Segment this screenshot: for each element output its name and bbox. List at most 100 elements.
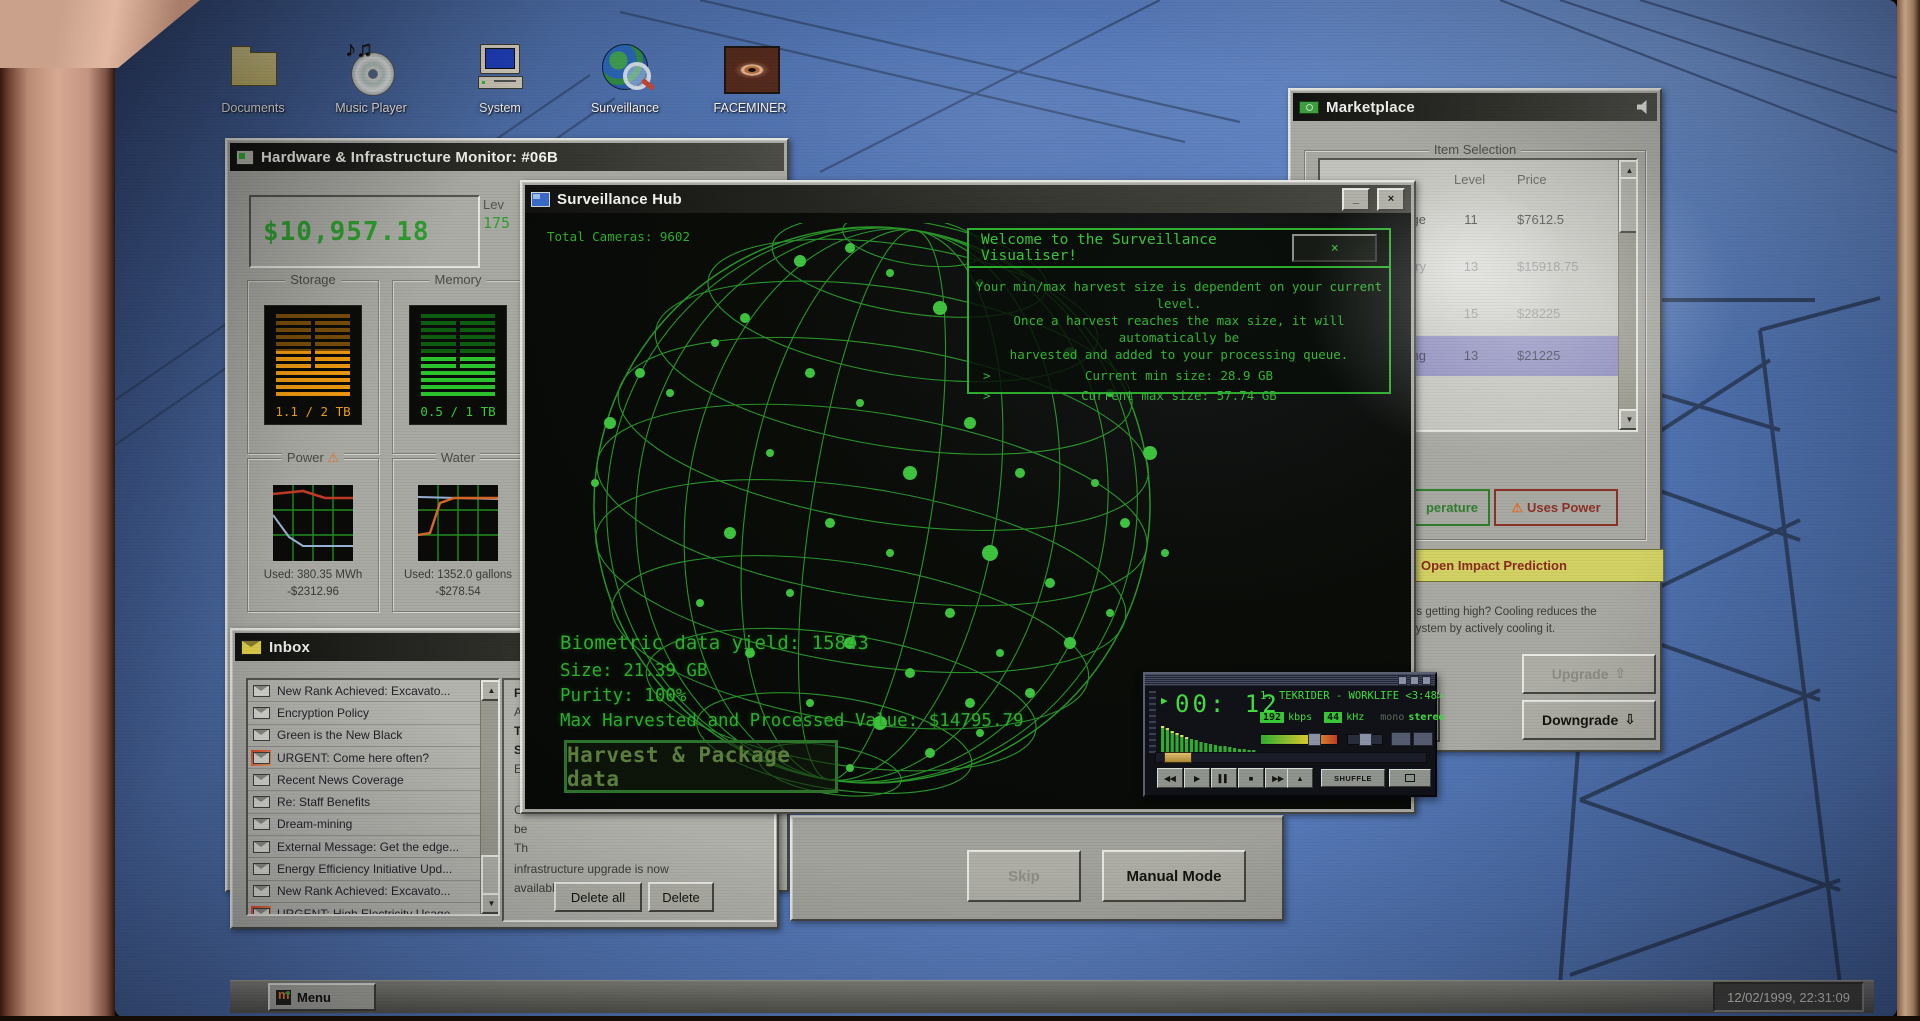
power-label: Power ⚠ — [281, 450, 345, 466]
shuffle-button[interactable]: SHUFFLE — [1321, 769, 1385, 787]
email-subject: Re: Staff Benefits — [277, 795, 371, 810]
inbox-email-row[interactable]: New Rank Achieved: Excavato... — [248, 680, 481, 703]
memory-label: Memory — [429, 272, 487, 287]
harvest-package-button[interactable]: Harvest & Package data — [564, 740, 838, 793]
desktop-icon-faceminer[interactable]: FACEMINER — [704, 40, 796, 115]
eq-toggle-button[interactable] — [1391, 732, 1411, 746]
balance-slider[interactable] — [1347, 733, 1383, 746]
skip-button[interactable]: Skip — [967, 850, 1081, 902]
stop-button[interactable]: ■ — [1238, 768, 1264, 788]
envelope-icon — [251, 794, 271, 810]
open-impact-prediction-button[interactable]: Open Impact Prediction — [1412, 549, 1664, 582]
envelope-icon — [241, 639, 262, 655]
inbox-email-row[interactable]: Encryption Policy — [248, 702, 481, 725]
upgrade-button[interactable]: Upgrade ⇧ — [1522, 654, 1656, 694]
level-value: 175 — [483, 214, 511, 232]
inbox-email-row[interactable]: Energy Efficiency Initiative Upd... — [248, 858, 481, 881]
monitor-icon — [531, 191, 550, 207]
previous-button[interactable]: ◀◀ — [1157, 768, 1183, 788]
menu-button[interactable]: Menu — [268, 983, 376, 1011]
email-subject: New Rank Achieved: Excavato... — [277, 683, 451, 698]
water-cost: -$278.54 — [435, 586, 481, 598]
uses-power-button[interactable]: ⚠ Uses Power — [1494, 489, 1618, 526]
transport-controls: ◀◀ ▶ ▌▌ ■ ▶▶ — [1157, 768, 1291, 788]
surveillance-hub-titlebar[interactable]: Surveillance Hub _ × — [525, 185, 1411, 213]
delete-button[interactable]: Delete — [648, 882, 714, 912]
cooling-note-line: gs getting high? Cooling reduces the — [1410, 606, 1597, 618]
email-body-line: available. We have also — [514, 881, 641, 895]
window-title: Hardware & Infrastructure Monitor: #06B — [261, 148, 559, 166]
manual-mode-button[interactable]: Manual Mode — [1102, 850, 1246, 902]
scrollbar-thumb[interactable] — [1619, 177, 1636, 233]
stereo-indicator: stereo — [1408, 712, 1445, 723]
scroll-down-button[interactable]: ▼ — [481, 893, 498, 914]
icon-label: Surveillance — [590, 101, 660, 115]
player-shade-button[interactable] — [1410, 675, 1419, 685]
envelope-icon — [251, 749, 271, 766]
inbox-email-row[interactable]: New Rank Achieved: Excavato... — [248, 880, 481, 903]
downgrade-button[interactable]: Downgrade ⇩ — [1522, 700, 1656, 740]
player-minimize-button[interactable] — [1398, 675, 1407, 685]
player-titlebar[interactable] — [1145, 674, 1435, 686]
minimize-button[interactable]: _ — [1342, 187, 1370, 211]
inbox-email-row[interactable]: URGENT: High Electricity Usage — [248, 902, 481, 914]
inbox-email-row[interactable]: URGENT: Come here often? — [248, 746, 481, 770]
email-field-fragment: Th — [514, 841, 529, 855]
icon-label: Documents — [221, 101, 285, 115]
marketplace-scrollbar[interactable]: ▲ ▼ — [1618, 160, 1636, 430]
storage-meter: 1.1 / 2 TB — [264, 305, 362, 425]
seek-bar[interactable] — [1155, 752, 1427, 763]
player-close-button[interactable] — [1422, 675, 1431, 685]
eject-button[interactable]: ▲ — [1287, 768, 1313, 788]
desktop-icon-system[interactable]: System — [454, 40, 546, 115]
monitor-bezel-right — [1897, 0, 1920, 1021]
power-chart — [273, 485, 353, 561]
total-cameras-readout: Total Cameras: 9602 — [547, 229, 690, 244]
inbox-email-row[interactable]: Dream-mining — [248, 813, 481, 837]
inbox-email-row[interactable]: Recent News Coverage — [248, 769, 481, 792]
dialog-close-button[interactable]: × — [1292, 234, 1377, 262]
inbox-email-row[interactable]: Re: Staff Benefits — [248, 791, 481, 814]
scroll-down-button[interactable]: ▼ — [1619, 409, 1636, 430]
scrollbar-thumb[interactable] — [481, 855, 498, 897]
temperature-button[interactable]: perature — [1414, 489, 1490, 526]
pause-button[interactable]: ▌▌ — [1211, 768, 1237, 788]
os-logo-icon — [276, 987, 291, 1005]
desktop-icon-music-player[interactable]: ♪♫ Music Player — [325, 36, 417, 115]
item-price: $28225 — [1517, 306, 1561, 321]
inbox-email-row[interactable]: Green is the New Black — [248, 724, 481, 747]
email-subject: Dream-mining — [277, 817, 353, 832]
close-button[interactable]: × — [1377, 187, 1405, 211]
delete-all-button[interactable]: Delete all — [554, 882, 642, 912]
playlist-toggle-button[interactable] — [1413, 732, 1433, 746]
spectrum-analyzer — [1161, 726, 1256, 754]
money-value: $10,957.18 — [263, 216, 430, 247]
warning-icon: ⚠ — [327, 450, 340, 465]
folder-icon — [225, 40, 281, 96]
biometric-yield-readout: Biometric data yield: 15843 — [560, 632, 869, 654]
clutterbar[interactable] — [1149, 691, 1156, 753]
desktop-icon-surveillance[interactable]: Surveillance — [579, 40, 671, 115]
welcome-dialog: Welcome to the Surveillance Visualiser! … — [967, 228, 1391, 403]
inbox-scrollbar[interactable]: ▲ ▼ — [480, 680, 498, 914]
hardware-monitor-titlebar[interactable]: Hardware & Infrastructure Monitor: #06B — [230, 143, 784, 171]
repeat-button[interactable] — [1389, 769, 1431, 787]
email-field-fragment: be — [514, 822, 528, 836]
volume-slider[interactable] — [1260, 733, 1338, 746]
seek-handle[interactable] — [1164, 752, 1192, 763]
desktop-icon-documents[interactable]: Documents — [207, 40, 299, 115]
eye-icon — [722, 40, 780, 96]
inbox-list-panel: New Rank Achieved: Excavato... Encryption… — [246, 678, 500, 916]
memory-meter: 0.5 / 1 TB — [409, 305, 507, 425]
samplerate-value: 44 — [1324, 712, 1343, 723]
down-arrow-icon: ⇩ — [1624, 712, 1636, 728]
track-title-display: 1. TEKRIDER - WORKLIFE <3:48> — [1260, 690, 1444, 702]
speaker-icon[interactable] — [1637, 100, 1647, 114]
scroll-up-button[interactable]: ▲ — [481, 680, 498, 701]
envelope-icon — [251, 683, 271, 699]
envelope-icon — [251, 772, 271, 788]
email-subject: Recent News Coverage — [277, 772, 404, 787]
play-button[interactable]: ▶ — [1184, 768, 1210, 788]
marketplace-titlebar[interactable]: Marketplace — [1293, 93, 1657, 121]
inbox-email-row[interactable]: External Message: Get the edge... — [248, 836, 481, 859]
